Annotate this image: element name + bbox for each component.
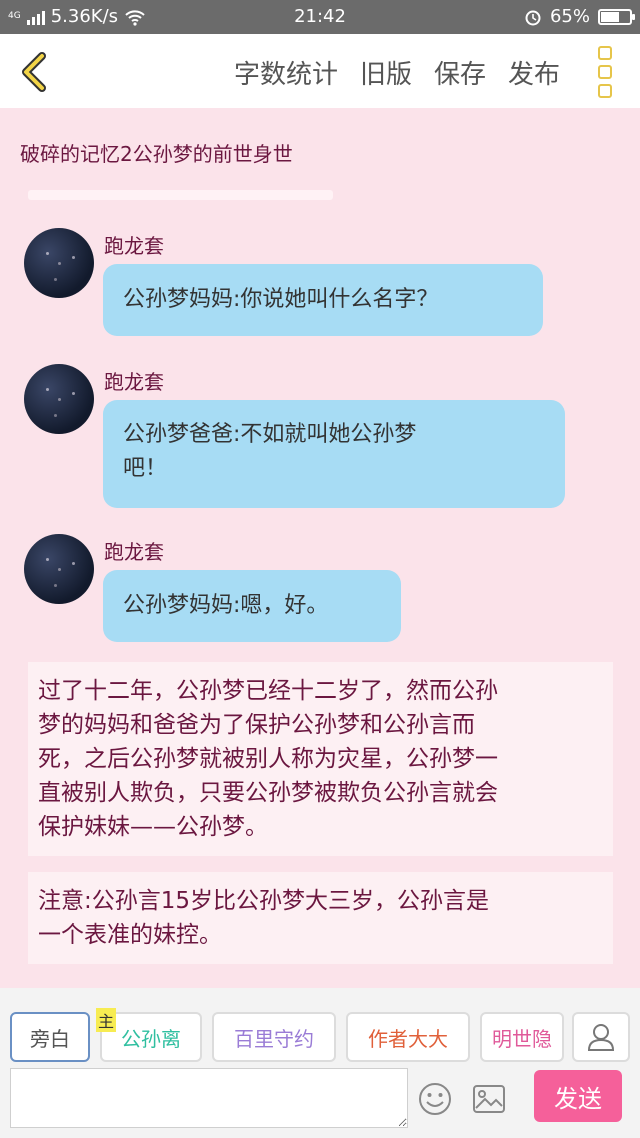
dialogue-message[interactable]: 跑龙套 公孙梦妈妈:嗯，好。 — [0, 534, 640, 644]
top-toolbar: 字数统计 旧版 保存 发布 — [0, 34, 640, 108]
emoji-button[interactable] — [418, 1082, 452, 1116]
send-button[interactable]: 发送 — [534, 1070, 622, 1122]
narration-line: 一个表准的妹控。 — [38, 922, 222, 948]
main-role-badge: 主 — [96, 1008, 117, 1032]
user-icon — [587, 1024, 615, 1051]
narration-block[interactable]: 过了十二年，公孙梦已经十二岁了，然而公孙 梦的妈妈和爸爸为了保护公孙梦和公孙言而… — [28, 662, 613, 856]
narration-line: 梦的妈妈和爸爸为了保护公孙梦和公孙言而 — [38, 712, 475, 738]
story-title[interactable]: 破碎的记忆2公孙梦的前世身世 — [20, 138, 293, 167]
menu-dot-icon — [598, 84, 612, 98]
role-bailishouyue-button[interactable]: 百里守约 — [212, 1012, 336, 1062]
battery-icon — [598, 8, 635, 25]
composer-panel: 旁白 主 公孙离 百里守约 作者大大 明世隐 发送 — [0, 988, 640, 1138]
narration-block[interactable]: 注意:公孙言15岁比公孙梦大三岁，公孙言是 一个表准的妹控。 — [28, 872, 613, 964]
narration-line: 注意:公孙言15岁比公孙梦大三岁，公孙言是 — [38, 888, 490, 914]
menu-dot-icon — [598, 65, 612, 79]
message-bubble[interactable]: 公孙梦妈妈:你说她叫什么名字？ — [103, 264, 543, 336]
image-button[interactable] — [472, 1084, 506, 1114]
title-divider — [28, 190, 333, 200]
message-bubble[interactable]: 公孙梦爸爸:不如就叫她公孙梦 吧！ — [103, 400, 565, 508]
battery-percent: 65% — [549, 6, 590, 27]
word-count-button[interactable]: 字数统计 — [234, 54, 338, 91]
role-label: 公孙离 — [121, 1026, 181, 1051]
status-bar: 4G 5.36K/s 21:42 65% — [0, 0, 640, 34]
speaker-name: 跑龙套 — [104, 370, 164, 394]
narration-line: 过了十二年，公孙梦已经十二岁了，然而公孙 — [38, 678, 498, 704]
role-gongsunli-button[interactable]: 主 公孙离 — [96, 1008, 202, 1062]
avatar[interactable] — [24, 364, 94, 434]
message-line: 吧！ — [123, 456, 168, 481]
menu-dot-icon — [598, 46, 612, 60]
avatar[interactable] — [24, 534, 94, 604]
role-mingshiyin-button[interactable]: 明世隐 — [480, 1012, 564, 1062]
image-icon — [473, 1085, 505, 1113]
publish-button[interactable]: 发布 — [508, 54, 560, 91]
narration-line: 保护妹妹——公孙梦。 — [38, 814, 268, 840]
message-line: 公孙梦爸爸:不如就叫她公孙梦 — [123, 422, 417, 447]
dialogue-message[interactable]: 跑龙套 公孙梦爸爸:不如就叫她公孙梦 吧！ — [0, 364, 640, 514]
role-label: 明世隐 — [492, 1026, 552, 1051]
alarm-icon — [525, 10, 541, 25]
more-menu-button[interactable] — [598, 46, 618, 98]
role-label: 作者大大 — [368, 1026, 448, 1051]
narration-line: 直被别人欺负，只要公孙梦被欺负公孙言就会 — [38, 780, 498, 806]
message-input[interactable] — [10, 1068, 408, 1128]
speaker-name: 跑龙套 — [104, 234, 164, 258]
speaker-name: 跑龙套 — [104, 540, 164, 564]
message-bubble[interactable]: 公孙梦妈妈:嗯，好。 — [103, 570, 401, 642]
role-label: 百里守约 — [234, 1026, 314, 1051]
old-version-button[interactable]: 旧版 — [360, 54, 412, 91]
role-narrator-button[interactable]: 旁白 — [10, 1012, 90, 1062]
dialogue-message[interactable]: 跑龙套 公孙梦妈妈:你说她叫什么名字？ — [0, 228, 640, 336]
save-button[interactable]: 保存 — [434, 54, 486, 91]
role-label: 旁白 — [30, 1026, 70, 1051]
role-author-button[interactable]: 作者大大 — [346, 1012, 470, 1062]
avatar[interactable] — [24, 228, 94, 298]
narration-line: 死，之后公孙梦就被别人称为灾星，公孙梦一 — [38, 746, 498, 772]
story-content[interactable]: 破碎的记忆2公孙梦的前世身世 跑龙套 公孙梦妈妈:你说她叫什么名字？ 跑龙套 公… — [0, 108, 640, 988]
role-selector: 旁白 主 公孙离 百里守约 作者大大 明世隐 — [0, 1008, 640, 1062]
smiley-icon — [419, 1083, 451, 1115]
chevron-left-icon — [22, 52, 46, 92]
role-manage-button[interactable] — [572, 1012, 630, 1062]
back-button[interactable] — [14, 50, 58, 94]
